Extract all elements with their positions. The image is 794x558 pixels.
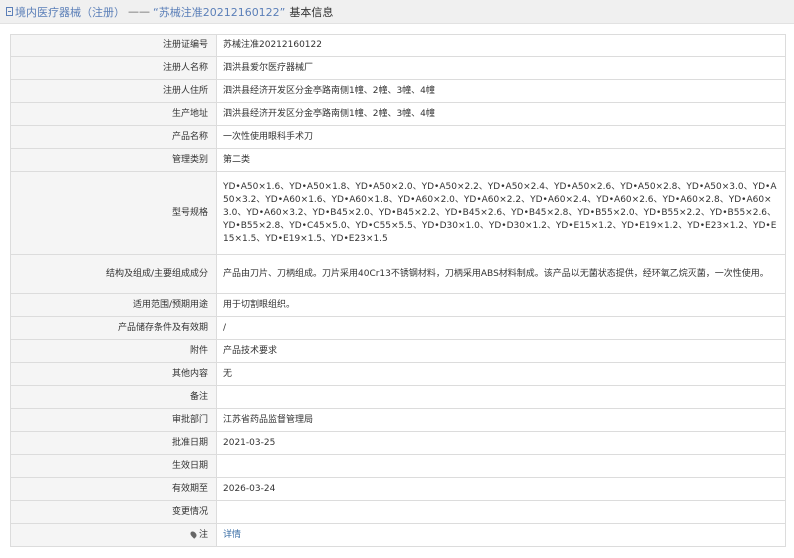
table-row: 管理类别 第二类 [10, 148, 786, 172]
row-label: 管理类别 [10, 148, 217, 172]
header-dash: —— [128, 5, 150, 18]
header-category: 境内医疗器械（注册） [15, 5, 125, 19]
model-spec-value: YD•A50×1.6、YD•A50×1.8、YD•A50×2.0、YD•A50×… [216, 171, 786, 255]
row-value: 2021-03-25 [216, 431, 786, 455]
row-label: 批准日期 [10, 431, 217, 455]
table-row: 生产地址 泗洪县经济开发区分金亭路南侧1幢、2幢、3幢、4幢 [10, 102, 786, 126]
row-value: 无 [216, 362, 786, 386]
row-value: 一次性使用眼科手术刀 [216, 125, 786, 149]
row-label: 产品储存条件及有效期 [10, 316, 217, 340]
table-row: 结构及组成/主要组成成分 产品由刀片、刀柄组成。刀片采用40Cr13不锈钢材料，… [10, 254, 786, 294]
row-label: 生产地址 [10, 102, 217, 126]
note-label: 注 [198, 529, 208, 540]
table-row: 批准日期 2021-03-25 [10, 431, 786, 455]
table-row: 注 详情 [10, 523, 786, 547]
table-row: 有效期至 2026-03-24 [10, 477, 786, 501]
table-row: 其他内容 无 [10, 362, 786, 386]
info-table: 注册证编号 苏械注准20212160122 注册人名称 泗洪县爱尔医疗器械厂 注… [10, 34, 786, 547]
row-value: 泗洪县经济开发区分金亭路南侧1幢、2幢、3幢、4幢 [216, 102, 786, 126]
composition-value: 产品由刀片、刀柄组成。刀片采用40Cr13不锈钢材料，刀柄采用ABS材料制成。该… [216, 254, 786, 294]
row-label: 变更情况 [10, 500, 217, 524]
header-registration-number: “苏械注准20212160122” [153, 5, 286, 19]
header-suffix: 基本信息 [289, 5, 334, 19]
table-row: 产品名称 一次性使用眼科手术刀 [10, 125, 786, 149]
table-row: 产品储存条件及有效期 / [10, 316, 786, 340]
table-row: 备注 [10, 385, 786, 409]
row-value: 第二类 [216, 148, 786, 172]
row-label: 注册证编号 [10, 34, 217, 57]
table-row: 适用范围/预期用途 用于切割眼组织。 [10, 293, 786, 317]
row-label: 有效期至 [10, 477, 217, 501]
row-value: 苏械注准20212160122 [216, 34, 786, 57]
row-value [216, 454, 786, 478]
row-label: 型号规格 [10, 171, 217, 255]
row-label: 其他内容 [10, 362, 217, 386]
row-value: 2026-03-24 [216, 477, 786, 501]
table-row: 变更情况 [10, 500, 786, 524]
page-header: 境内医疗器械（注册） —— “苏械注准20212160122” 基本信息 [0, 0, 794, 24]
table-row: 注册人名称 泗洪县爱尔医疗器械厂 [10, 56, 786, 80]
table-row: 审批部门 江苏省药品监督管理局 [10, 408, 786, 432]
row-label: 结构及组成/主要组成成分 [10, 254, 217, 294]
table-row: 注册证编号 苏械注准20212160122 [10, 34, 786, 57]
table-row: 生效日期 [10, 454, 786, 478]
document-icon [6, 7, 13, 16]
pin-icon [189, 529, 198, 539]
row-label: 适用范围/预期用途 [10, 293, 217, 317]
row-label: 注册人住所 [10, 79, 217, 103]
row-value: 产品技术要求 [216, 339, 786, 363]
table-row: 附件 产品技术要求 [10, 339, 786, 363]
row-label: 注册人名称 [10, 56, 217, 80]
row-label: 附件 [10, 339, 217, 363]
note-label-cell: 注 [10, 523, 217, 547]
details-link[interactable]: 详情 [223, 530, 241, 540]
note-value-cell: 详情 [216, 523, 786, 547]
row-label: 产品名称 [10, 125, 217, 149]
row-value: 用于切割眼组织。 [216, 293, 786, 317]
row-value: / [216, 316, 786, 340]
row-value: 泗洪县经济开发区分金亭路南侧1幢、2幢、3幢、4幢 [216, 79, 786, 103]
row-label: 审批部门 [10, 408, 217, 432]
table-row: 型号规格 YD•A50×1.6、YD•A50×1.8、YD•A50×2.0、YD… [10, 171, 786, 255]
row-label: 生效日期 [10, 454, 217, 478]
table-row: 注册人住所 泗洪县经济开发区分金亭路南侧1幢、2幢、3幢、4幢 [10, 79, 786, 103]
row-label: 备注 [10, 385, 217, 409]
row-value: 江苏省药品监督管理局 [216, 408, 786, 432]
row-value [216, 500, 786, 524]
row-value [216, 385, 786, 409]
row-value: 泗洪县爱尔医疗器械厂 [216, 56, 786, 80]
